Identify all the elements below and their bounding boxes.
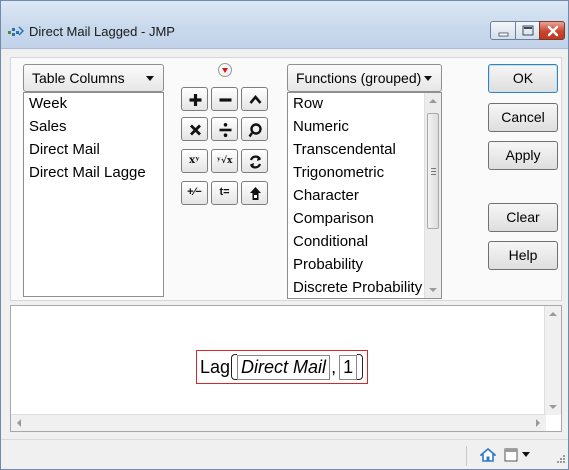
- columns-list[interactable]: Week Sales Direct Mail Direct Mail Lagge: [23, 92, 164, 297]
- exponent-button[interactable]: xʸ: [181, 149, 208, 173]
- swap-icon: [249, 155, 262, 169]
- formula-vertical-scrollbar[interactable]: [544, 306, 561, 415]
- table-columns-dropdown-label: Table Columns: [32, 70, 125, 86]
- list-item[interactable]: Discrete Probability: [288, 277, 441, 298]
- title-bar[interactable]: Direct Mail Lagged - JMP: [1, 1, 568, 49]
- status-separator: [466, 446, 467, 466]
- list-item[interactable]: Character: [288, 185, 441, 208]
- formula-expression[interactable]: Lag Direct Mail , 1: [196, 350, 369, 384]
- minus-icon: [219, 98, 232, 102]
- list-item[interactable]: Row: [288, 93, 441, 116]
- apply-button[interactable]: Apply: [488, 141, 558, 170]
- exponent-label: xʸ: [189, 155, 200, 166]
- help-button[interactable]: Help: [488, 241, 558, 270]
- plus-minus-button[interactable]: +⁄−: [181, 181, 208, 205]
- plus-minus-label: +⁄−: [187, 186, 202, 198]
- scroll-down-icon[interactable]: [549, 405, 557, 409]
- table-columns-dropdown[interactable]: Table Columns: [23, 64, 164, 92]
- ok-button[interactable]: OK: [488, 64, 558, 93]
- formula-canvas[interactable]: Lag Direct Mail , 1: [10, 305, 562, 432]
- cancel-button[interactable]: Cancel: [488, 103, 558, 132]
- argument-number[interactable]: 1: [339, 354, 358, 380]
- multiply-icon: [190, 124, 201, 136]
- grip-line: [431, 168, 436, 169]
- scroll-right-icon[interactable]: [536, 419, 540, 427]
- assign-button[interactable]: t=: [211, 181, 238, 205]
- list-item[interactable]: Comparison: [288, 208, 441, 231]
- status-bar: [1, 439, 568, 469]
- assign-label: t=: [219, 186, 230, 198]
- divide-icon: [219, 123, 232, 137]
- list-item[interactable]: Direct Mail Lagge: [24, 162, 163, 185]
- function-name[interactable]: Lag: [200, 357, 230, 378]
- root-button[interactable]: ʸ√x: [211, 149, 238, 173]
- raise-button[interactable]: [241, 87, 268, 111]
- functions-list[interactable]: Row Numeric Transcendental Trigonometric…: [287, 92, 442, 299]
- minimize-button[interactable]: [490, 21, 516, 40]
- functions-dropdown[interactable]: Functions (grouped): [287, 64, 442, 92]
- peel-icon: [248, 123, 262, 138]
- add-button[interactable]: [181, 87, 208, 111]
- formula-horizontal-scrollbar[interactable]: [11, 414, 546, 431]
- resize-grip-icon[interactable]: [554, 454, 566, 466]
- list-item[interactable]: Direct Mail: [24, 139, 163, 162]
- root-label: ʸ√x: [216, 156, 233, 166]
- grip-line: [431, 171, 436, 172]
- local-variable-button[interactable]: [241, 181, 268, 205]
- chevron-up-icon: [249, 94, 262, 104]
- minimize-icon: [498, 32, 509, 37]
- grip-line: [431, 174, 436, 175]
- scroll-left-icon[interactable]: [17, 419, 21, 427]
- functions-scrollbar[interactable]: [424, 93, 441, 298]
- house-arrow-icon: [250, 187, 261, 200]
- chevron-down-icon[interactable]: [521, 451, 531, 459]
- red-triangle-menu-icon[interactable]: [218, 63, 232, 77]
- jmp-app-icon: [8, 26, 24, 36]
- list-item[interactable]: Week: [24, 93, 163, 116]
- list-item[interactable]: Probability: [288, 254, 441, 277]
- argument-separator: ,: [331, 356, 337, 377]
- list-item[interactable]: Numeric: [288, 116, 441, 139]
- scroll-up-icon[interactable]: [429, 99, 437, 103]
- close-icon: [547, 25, 559, 37]
- chevron-down-icon: [146, 76, 154, 81]
- clear-button[interactable]: Clear: [488, 203, 558, 232]
- close-button[interactable]: [539, 21, 565, 40]
- maximize-button[interactable]: [515, 21, 540, 40]
- argument-column[interactable]: Direct Mail: [237, 354, 331, 380]
- maximize-icon: [522, 25, 534, 36]
- home-icon[interactable]: [480, 448, 496, 462]
- divide-button[interactable]: [211, 117, 238, 141]
- list-item[interactable]: Conditional: [288, 231, 441, 254]
- scroll-up-icon[interactable]: [549, 312, 557, 316]
- right-paren: [357, 354, 364, 380]
- peel-expression-button[interactable]: [241, 117, 268, 141]
- scroll-down-icon[interactable]: [429, 288, 437, 292]
- functions-dropdown-label: Functions (grouped): [296, 70, 422, 86]
- multiply-button[interactable]: [181, 117, 208, 141]
- list-item[interactable]: Transcendental: [288, 139, 441, 162]
- plus-icon: [189, 94, 202, 106]
- swap-button[interactable]: [241, 149, 268, 173]
- subtract-button[interactable]: [211, 87, 238, 111]
- window-list-icon[interactable]: [504, 448, 518, 462]
- list-item[interactable]: Trigonometric: [288, 162, 441, 185]
- scrollbar-thumb[interactable]: [427, 113, 439, 229]
- window-title: Direct Mail Lagged - JMP: [29, 24, 175, 39]
- chevron-down-icon: [424, 76, 432, 81]
- list-item[interactable]: Sales: [24, 116, 163, 139]
- formula-editor-window: Direct Mail Lagged - JMP Table Columns W…: [0, 0, 569, 470]
